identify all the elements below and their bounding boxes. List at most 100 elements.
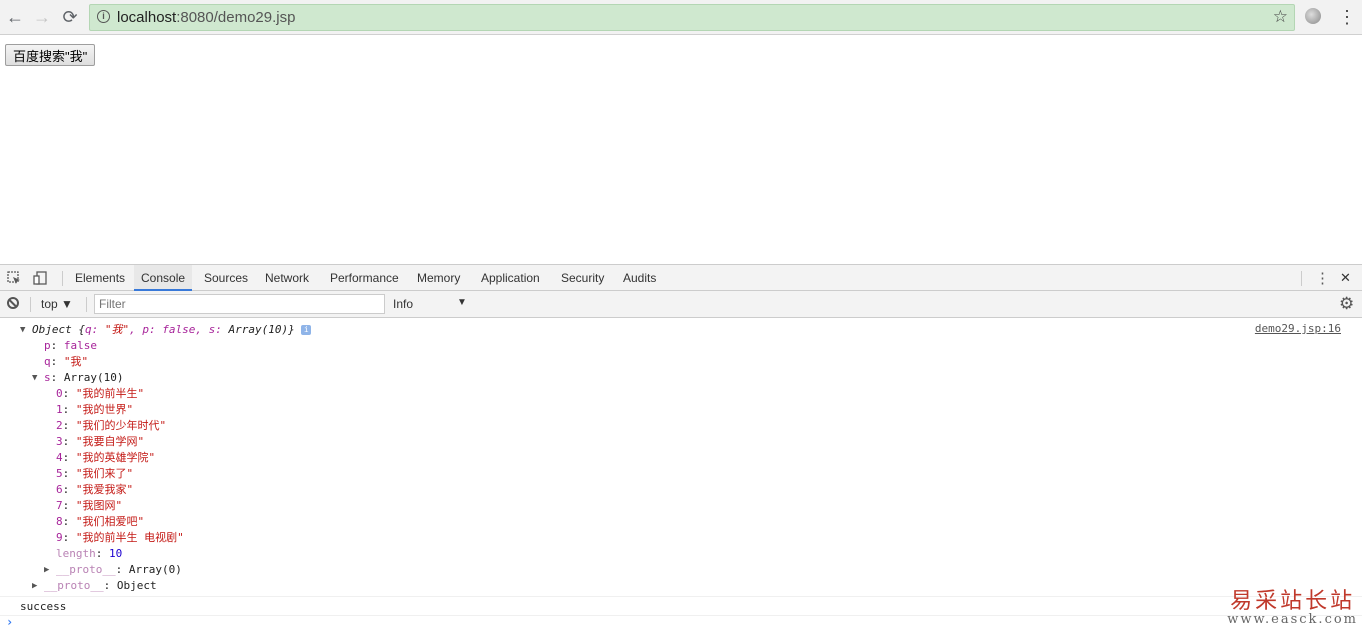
message-divider	[0, 615, 1362, 616]
property-row-s[interactable]: ▼ s: Array(10)	[32, 370, 123, 386]
source-link[interactable]: demo29.jsp:16	[1255, 322, 1341, 335]
expanded-triangle-icon[interactable]: ▼	[32, 370, 37, 386]
info-icon[interactable]: i	[301, 325, 312, 335]
array-item-row: 0: "我的前半生"	[56, 387, 145, 400]
property-value: false	[63, 339, 97, 352]
log-success: success	[20, 600, 67, 613]
context-select[interactable]: top ▼	[41, 297, 73, 311]
forward-icon[interactable]: →	[31, 6, 53, 28]
url-text[interactable]: localhost:8080/demo29.jsp	[117, 9, 295, 26]
tab-performance[interactable]: Performance	[323, 265, 406, 291]
array-index: 8	[56, 515, 63, 528]
property-value: "我"	[63, 355, 89, 368]
tab-network[interactable]: Network	[258, 265, 316, 291]
log-object-row[interactable]: ▼ Object {q: "我", p: false, s: Array(10)}…	[20, 322, 312, 338]
watermark: 易采站长站 www.easck.com	[1227, 583, 1358, 627]
array-item-row: 4: "我的英雄学院"	[56, 451, 156, 464]
log-level-select[interactable]: Info	[393, 297, 413, 311]
address-bar[interactable]: i localhost:8080/demo29.jsp ☆	[89, 4, 1295, 31]
back-icon[interactable]: ←	[4, 6, 26, 28]
tab-audits[interactable]: Audits	[616, 265, 663, 291]
summary-value: false	[162, 323, 196, 336]
array-value: "我的前半生"	[75, 387, 145, 400]
array-item-row: 5: "我们来了"	[56, 467, 134, 480]
proto-key: __proto__	[44, 579, 104, 592]
tab-sources[interactable]: Sources	[197, 265, 255, 291]
tab-memory[interactable]: Memory	[410, 265, 467, 291]
proto-key: __proto__	[56, 563, 116, 576]
collapsed-triangle-icon[interactable]: ▶	[44, 562, 49, 578]
chevron-down-icon[interactable]: ▼	[457, 297, 467, 308]
filter-input[interactable]	[94, 294, 385, 314]
proto-row[interactable]: ▶ __proto__: Object	[32, 578, 157, 594]
array-index: 4	[56, 451, 63, 464]
devtools-tab-bar: Elements Console Sources Network Perform…	[0, 264, 1362, 291]
array-value: "我的前半生 电视剧"	[75, 531, 184, 544]
tab-security[interactable]: Security	[554, 265, 611, 291]
property-key: q	[44, 355, 51, 368]
clear-console-icon[interactable]	[7, 297, 19, 309]
array-item-row: 3: "我要自学网"	[56, 435, 145, 448]
summary-value: "我"	[104, 323, 130, 336]
browser-menu-icon[interactable]: ⋮	[1338, 6, 1356, 28]
message-divider	[0, 596, 1362, 597]
proto-row[interactable]: ▶ __proto__: Array(0)	[44, 562, 182, 578]
array-value: "我要自学网"	[75, 435, 145, 448]
baidu-search-button[interactable]: 百度搜索"我"	[5, 44, 96, 66]
url-path: :8080/demo29.jsp	[176, 9, 296, 26]
summary-key: , s:	[195, 323, 229, 336]
property-value: 10	[109, 547, 123, 560]
array-index: 7	[56, 499, 63, 512]
array-value: "我的英雄学院"	[75, 451, 156, 464]
console-prompt-icon[interactable]: ›	[6, 615, 13, 629]
array-item-row: 6: "我爱我家"	[56, 483, 134, 496]
tab-elements[interactable]: Elements	[68, 265, 132, 291]
array-item-row: 2: "我们的少年时代"	[56, 419, 167, 432]
devtools-menu-icon[interactable]: ⋮	[1315, 269, 1330, 287]
property-key: length	[56, 547, 96, 560]
array-value: "我们的少年时代"	[75, 419, 167, 432]
array-index: 0	[56, 387, 63, 400]
site-info-icon[interactable]: i	[97, 10, 110, 23]
close-devtools-icon[interactable]: ✕	[1340, 270, 1351, 286]
reload-icon[interactable]: ⟳	[59, 6, 81, 28]
toolbar-divider	[62, 271, 63, 286]
proto-value: Array(0)	[128, 563, 182, 576]
array-value: "我们相爱吧"	[75, 515, 145, 528]
array-value: "我图网"	[75, 499, 123, 512]
property-key: p	[44, 339, 51, 352]
toolbar-divider	[30, 297, 31, 312]
tab-console[interactable]: Console	[134, 265, 193, 291]
collapsed-triangle-icon[interactable]: ▶	[32, 578, 37, 594]
device-toolbar-icon[interactable]	[33, 271, 47, 288]
property-key: s	[44, 371, 51, 384]
summary-key: , p:	[129, 323, 163, 336]
property-row: q: "我"	[44, 355, 89, 368]
array-item-row: 1: "我的世界"	[56, 403, 134, 416]
array-value: "我爱我家"	[75, 483, 134, 496]
extension-icon[interactable]	[1305, 8, 1321, 24]
array-value: "我的世界"	[75, 403, 134, 416]
bookmark-star-icon[interactable]: ☆	[1273, 7, 1288, 27]
tab-application[interactable]: Application	[474, 265, 547, 291]
expanded-triangle-icon[interactable]: ▼	[20, 322, 25, 338]
array-index: 3	[56, 435, 63, 448]
browser-toolbar: ← → ⟳ i localhost:8080/demo29.jsp ☆ ⋮	[0, 0, 1362, 35]
summary-key: q:	[84, 323, 105, 336]
console-output: demo29.jsp:16 ▼ Object {q: "我", p: false,…	[0, 318, 1362, 637]
summary-value: Array(10)}	[228, 323, 295, 336]
property-row: length: 10	[56, 547, 123, 560]
property-row: p: false	[44, 339, 97, 352]
toolbar-divider	[86, 297, 87, 312]
array-item-row: 9: "我的前半生 电视剧"	[56, 531, 184, 544]
array-item-row: 7: "我图网"	[56, 499, 123, 512]
toolbar-divider	[1301, 271, 1302, 286]
gear-icon[interactable]: ⚙	[1339, 294, 1354, 314]
array-item-row: 8: "我们相爱吧"	[56, 515, 145, 528]
watermark-chinese: 易采站长站	[1230, 589, 1356, 614]
console-toolbar: top ▼ Info ▼ ⚙	[0, 291, 1362, 318]
inspect-element-icon[interactable]	[7, 271, 21, 288]
property-value: Array(10)	[63, 371, 124, 384]
url-host: localhost	[117, 9, 177, 26]
array-index: 2	[56, 419, 63, 432]
